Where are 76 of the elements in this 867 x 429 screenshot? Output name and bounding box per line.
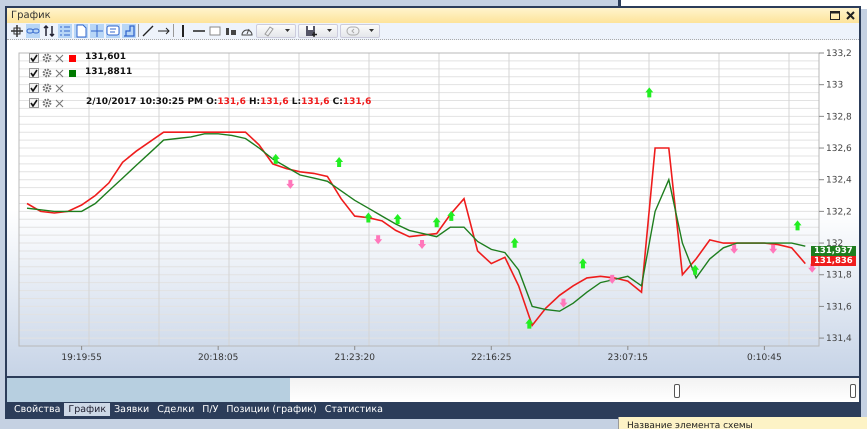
- save-dropdown[interactable]: [298, 24, 338, 38]
- price-tag: 131,836: [811, 256, 856, 266]
- up-arrow-icon: [510, 238, 519, 248]
- updown-arrows-icon[interactable]: [42, 24, 56, 38]
- tab[interactable]: Свойства: [10, 403, 64, 416]
- checkbox[interactable]: [29, 83, 39, 94]
- eraser-icon: [262, 24, 276, 38]
- scroll-range[interactable]: [7, 378, 290, 402]
- close-icon[interactable]: [846, 11, 855, 20]
- checkbox[interactable]: [29, 68, 39, 78]
- up-arrow-icon: [645, 87, 654, 98]
- y-axis-label: 131,6: [826, 302, 852, 312]
- y-axis-label: 133: [826, 80, 844, 90]
- up-arrow-icon: [364, 212, 372, 222]
- move-icon[interactable]: [10, 24, 24, 38]
- settings-icon[interactable]: [42, 98, 52, 108]
- x-axis-label: 19:19:55: [61, 352, 102, 363]
- tab[interactable]: График: [64, 403, 110, 416]
- tab[interactable]: Статистика: [320, 403, 387, 416]
- list-icon[interactable]: [58, 24, 72, 38]
- caret-icon: [285, 29, 290, 32]
- down-arrow-icon: [559, 298, 568, 308]
- x-axis-label: 21:23:20: [334, 352, 375, 363]
- series-value: 131,8811: [85, 66, 132, 80]
- maximize-icon[interactable]: [830, 11, 840, 20]
- tab[interactable]: П/У: [198, 403, 222, 416]
- caret-icon: [369, 29, 374, 32]
- settings-icon[interactable]: [42, 68, 52, 78]
- y-axis-label: 132,4: [826, 175, 852, 186]
- up-arrow-icon: [447, 210, 456, 221]
- up-arrow-icon: [335, 156, 344, 167]
- tab[interactable]: Позиции (график): [222, 403, 321, 416]
- settings-icon[interactable]: [42, 53, 52, 64]
- y-axis-label: 131,4: [826, 334, 852, 344]
- line-icon[interactable]: [141, 24, 155, 38]
- crosshair-icon[interactable]: [90, 24, 104, 38]
- panel-title: Название элемента схемы: [626, 421, 753, 429]
- checkbox[interactable]: [29, 98, 39, 108]
- x-axis-label: 22:16:25: [471, 352, 512, 363]
- y-axis-label: 131,8: [826, 270, 852, 280]
- settings-icon[interactable]: [42, 83, 52, 94]
- y-axis-label: 132,6: [826, 144, 852, 154]
- scroll-handle[interactable]: [674, 384, 680, 398]
- price-tag: 131,937: [811, 246, 856, 256]
- down-arrow-icon: [418, 240, 426, 249]
- y-axis-label: 132,2: [826, 207, 852, 218]
- x-axis-label: 20:18:05: [198, 352, 238, 363]
- down-arrow-icon: [730, 244, 738, 254]
- scroll-handle[interactable]: [850, 384, 856, 398]
- step-line-icon[interactable]: [122, 24, 136, 38]
- caret-icon: [327, 29, 332, 32]
- up-arrow-icon: [691, 264, 700, 274]
- tab[interactable]: Заявки: [110, 403, 154, 416]
- y-axis-label: 132,8: [826, 112, 852, 122]
- up-arrow-icon: [794, 220, 802, 230]
- checkbox[interactable]: [29, 53, 39, 64]
- up-arrow-icon: [578, 258, 587, 268]
- up-arrow-icon: [525, 318, 534, 328]
- down-arrow-icon: [374, 235, 382, 244]
- link-icon[interactable]: [26, 24, 40, 38]
- tab[interactable]: Сделки: [153, 403, 198, 416]
- series-value: 131,601: [85, 51, 126, 64]
- note-icon[interactable]: [106, 24, 120, 38]
- page-icon[interactable]: [74, 24, 88, 38]
- x-axis-label: 0:10:45: [747, 352, 782, 363]
- window-title: График: [11, 9, 52, 23]
- up-arrow-icon: [394, 214, 402, 224]
- y-axis-label: 133,2: [826, 48, 852, 59]
- x-axis-label: 23:07:15: [608, 352, 648, 363]
- up-arrow-icon: [272, 154, 280, 164]
- ohlc-readout: 2/10/2017 10:30:25 PM O:131,6 H:131,6 L:131,6 C:131,6: [86, 96, 372, 110]
- up-arrow-icon: [432, 216, 441, 227]
- save-icon: [304, 24, 318, 38]
- down-arrow-icon: [769, 244, 778, 254]
- down-arrow-icon: [608, 274, 616, 284]
- down-arrow-icon: [286, 180, 294, 189]
